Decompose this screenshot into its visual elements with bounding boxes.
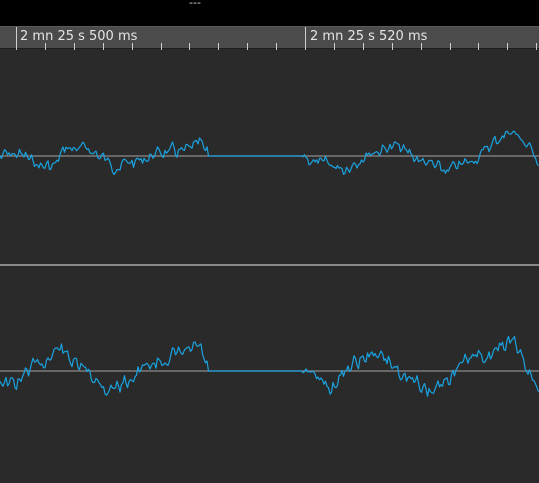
- time-ruler[interactable]: 2 mn 25 s 500 ms 2 mn 25 s 520 ms: [0, 26, 539, 50]
- waveform-channel-1[interactable]: [0, 50, 539, 264]
- playhead-marker[interactable]: ---: [189, 0, 201, 9]
- top-strip: ---: [0, 0, 539, 26]
- waveform-channel-2[interactable]: [0, 266, 539, 483]
- ruler-label-end: 2 mn 25 s 520 ms: [310, 29, 428, 44]
- waveform-trace: [0, 335, 539, 397]
- ruler-label-start: 2 mn 25 s 500 ms: [20, 29, 138, 44]
- waveform-trace: [0, 130, 539, 176]
